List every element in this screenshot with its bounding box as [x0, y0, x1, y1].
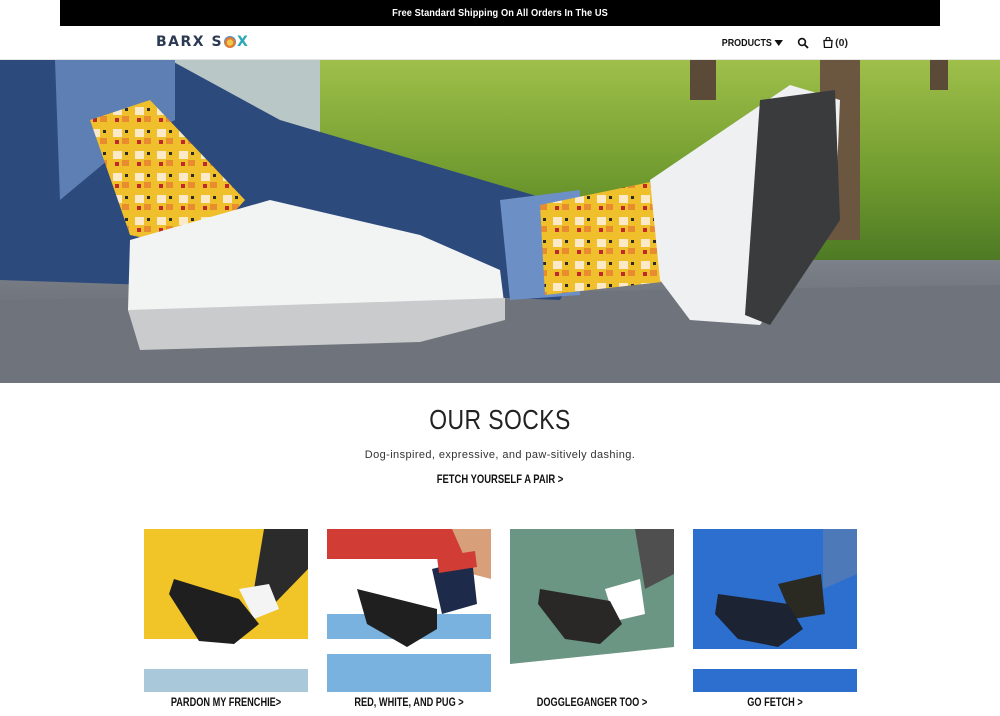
product-image[interactable]: [144, 529, 308, 692]
hero-image: [0, 60, 1000, 383]
cart-count: (0): [835, 36, 848, 49]
product-image[interactable]: [510, 529, 674, 692]
product-name[interactable]: PARDON MY FRENCHIE>: [160, 697, 291, 709]
search-icon[interactable]: [797, 37, 809, 49]
products-label: PRODUCTS: [722, 36, 773, 49]
fetch-cta-link[interactable]: FETCH YOURSELF A PAIR >: [90, 474, 910, 486]
product-name[interactable]: GO FETCH >: [709, 697, 840, 709]
caret-down-icon: [774, 39, 784, 46]
section-title: OUR SOCKS: [429, 404, 571, 435]
site-header: BARX S X PRODUCTS (0): [0, 26, 1000, 60]
logo-text-end: X: [237, 34, 250, 50]
brand-logo[interactable]: BARX S X: [156, 32, 249, 52]
section-subtitle: Dog-inspired, expressive, and paw-sitive…: [364, 449, 636, 461]
product-card[interactable]: PARDON MY FRENCHIE>: [144, 529, 308, 709]
bag-icon: [823, 37, 833, 48]
product-image[interactable]: [327, 529, 491, 692]
product-card[interactable]: GO FETCH >: [693, 529, 857, 709]
product-image[interactable]: [693, 529, 857, 692]
logo-paw-icon: [224, 36, 237, 48]
hero-photo: [0, 60, 1000, 383]
cart-link[interactable]: (0): [823, 37, 848, 49]
product-name[interactable]: RED, WHITE, AND PUG >: [343, 697, 474, 709]
product-card[interactable]: RED, WHITE, AND PUG >: [327, 529, 491, 709]
main-nav: PRODUCTS (0): [711, 26, 848, 59]
announcement-bar: Free Standard Shipping On All Orders In …: [60, 0, 940, 26]
products-menu[interactable]: PRODUCTS: [722, 36, 784, 49]
product-card[interactable]: DOGGLEGANGER TOO >: [510, 529, 674, 709]
logo-text: BARX S: [156, 34, 224, 50]
product-name[interactable]: DOGGLEGANGER TOO >: [526, 697, 657, 709]
